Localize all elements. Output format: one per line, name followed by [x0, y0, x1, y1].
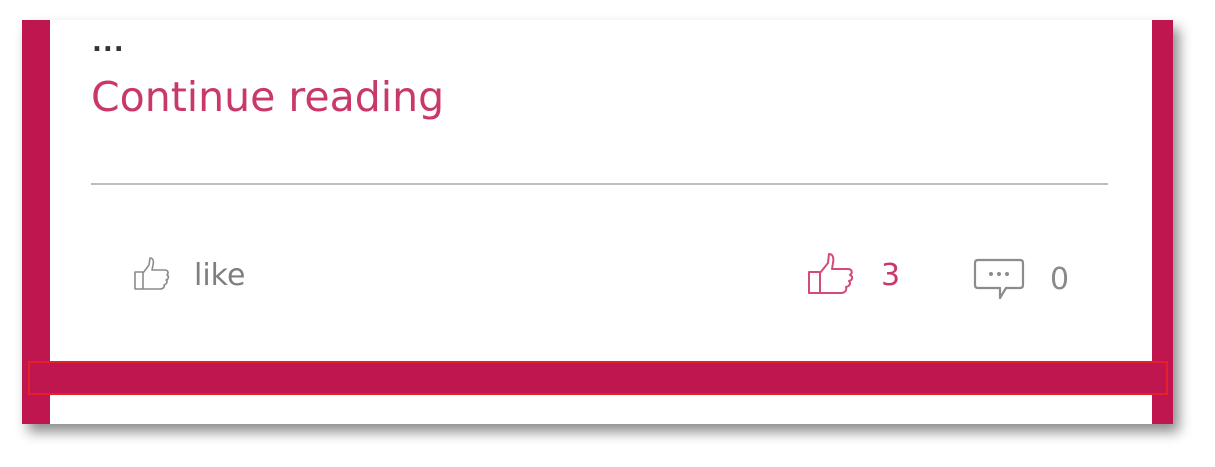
- highlighted-separator-bar: [28, 361, 1168, 395]
- continue-reading-link[interactable]: Continue reading: [91, 72, 444, 122]
- excerpt-ellipsis: ...: [92, 28, 125, 58]
- post-card: ... Continue reading like 3 0: [22, 20, 1173, 424]
- comments-counter[interactable]: 0: [972, 254, 1069, 306]
- likes-counter: 3: [805, 250, 900, 302]
- thumbs-up-outline-icon: [132, 254, 172, 298]
- comments-count: 0: [1050, 262, 1070, 297]
- like-button[interactable]: like: [132, 254, 245, 298]
- like-label: like: [194, 258, 246, 293]
- divider: [91, 183, 1108, 185]
- likes-count: 3: [881, 258, 901, 293]
- thumbs-up-icon: [805, 250, 855, 302]
- comment-bubble-icon: [972, 254, 1026, 306]
